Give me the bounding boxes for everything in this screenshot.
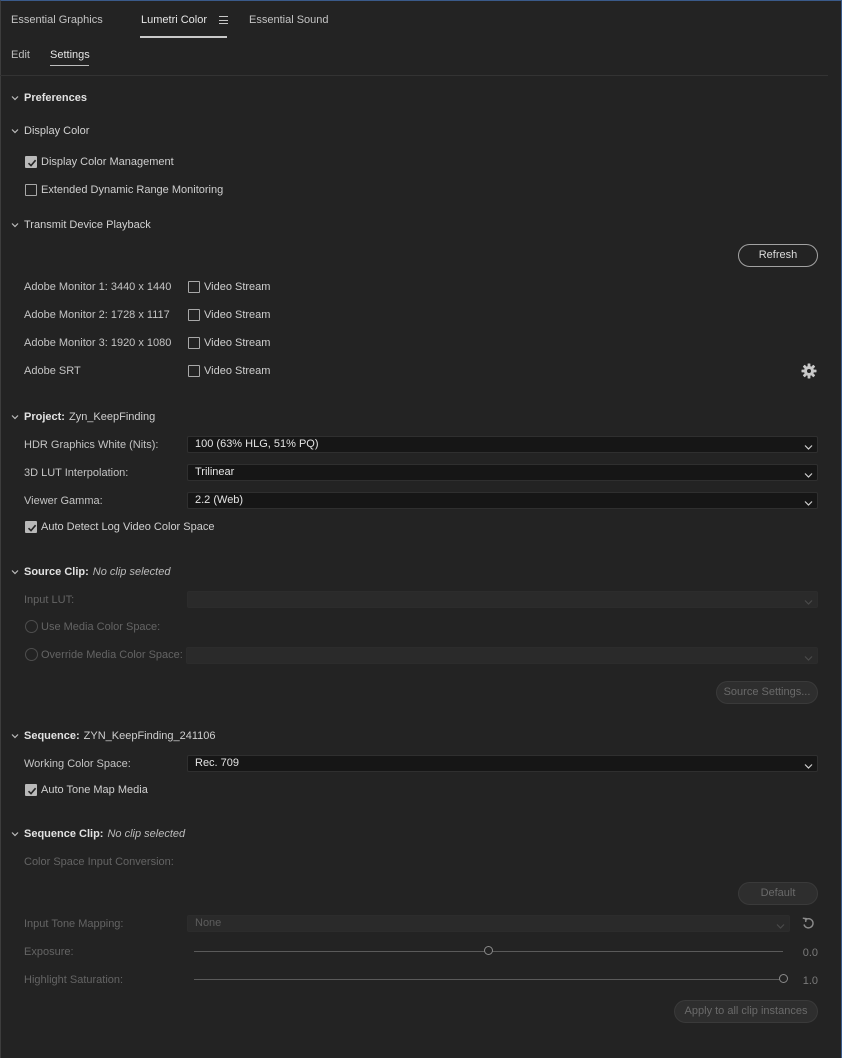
sequence-heading[interactable]: Sequence: ZYN_KeepFinding_241106 xyxy=(24,730,216,742)
tab-essential-graphics[interactable]: Essential Graphics xyxy=(11,14,103,26)
sequence-title: Sequence: xyxy=(24,730,80,742)
display-color-management-label: Display Color Management xyxy=(41,156,174,168)
edr-monitoring-checkbox[interactable] xyxy=(25,184,37,196)
chevron-down-icon xyxy=(804,596,813,611)
use-media-color-space-radio[interactable] xyxy=(25,620,38,633)
input-tone-mapping-value: None xyxy=(195,917,222,929)
input-lut-select[interactable] xyxy=(187,591,818,608)
working-color-space-label: Working Color Space: xyxy=(24,758,131,770)
chevron-down-icon[interactable] xyxy=(11,568,19,576)
tab-lumetri-color[interactable]: Lumetri Color xyxy=(141,14,207,26)
edr-monitoring-label: Extended Dynamic Range Monitoring xyxy=(41,184,224,196)
header-divider xyxy=(0,75,828,76)
video-stream-checkbox[interactable] xyxy=(188,309,200,321)
auto-tone-map-checkbox[interactable] xyxy=(25,784,37,796)
source-clip-value: No clip selected xyxy=(92,566,171,578)
preferences-heading[interactable]: Preferences xyxy=(24,92,87,104)
chevron-down-icon xyxy=(804,441,813,456)
sequence-name: ZYN_KeepFinding_241106 xyxy=(83,730,216,742)
gear-icon[interactable] xyxy=(801,363,817,382)
viewer-gamma-value: 2.2 (Web) xyxy=(195,494,244,506)
chevron-down-icon[interactable] xyxy=(11,413,19,421)
subtab-settings[interactable]: Settings xyxy=(50,49,90,61)
color-space-conversion-label: Color Space Input Conversion: xyxy=(24,856,174,868)
device-name: Adobe Monitor 3: 1920 x 1080 xyxy=(24,337,172,349)
default-button[interactable]: Default xyxy=(738,882,818,905)
working-color-space-value: Rec. 709 xyxy=(195,757,240,769)
viewer-gamma-label: Viewer Gamma: xyxy=(24,495,103,507)
device-name: Adobe Monitor 1: 3440 x 1440 xyxy=(24,281,172,293)
project-name: Zyn_KeepFinding xyxy=(68,411,156,423)
sequence-clip-title: Sequence Clip: xyxy=(24,828,104,840)
highlight-saturation-slider-track[interactable] xyxy=(194,979,783,980)
input-lut-label: Input LUT: xyxy=(24,594,75,606)
active-subtab-indicator xyxy=(50,65,89,66)
video-stream-checkbox[interactable] xyxy=(188,337,200,349)
video-stream-checkbox[interactable] xyxy=(188,281,200,293)
lut-interpolation-value: Trilinear xyxy=(195,466,235,478)
working-color-space-select[interactable]: Rec. 709 xyxy=(187,755,818,772)
source-clip-title: Source Clip: xyxy=(24,566,89,578)
chevron-down-icon xyxy=(804,469,813,484)
active-tab-indicator xyxy=(140,36,227,38)
sequence-clip-value: No clip selected xyxy=(107,828,186,840)
chevron-down-icon xyxy=(804,497,813,512)
reset-icon[interactable] xyxy=(801,916,816,934)
lut-interpolation-select[interactable]: Trilinear xyxy=(187,464,818,481)
video-stream-label: Video Stream xyxy=(204,309,271,321)
display-color-management-checkbox[interactable] xyxy=(25,156,37,168)
source-clip-heading[interactable]: Source Clip: No clip selected xyxy=(24,566,170,578)
chevron-down-icon[interactable] xyxy=(11,732,19,740)
highlight-saturation-label: Highlight Saturation: xyxy=(24,974,124,986)
source-settings-button[interactable]: Source Settings... xyxy=(716,681,818,704)
chevron-down-icon[interactable] xyxy=(11,127,19,135)
transmit-heading[interactable]: Transmit Device Playback xyxy=(24,219,151,231)
device-name: Adobe SRT xyxy=(24,365,81,377)
override-color-space-radio[interactable] xyxy=(25,648,38,661)
chevron-down-icon[interactable] xyxy=(11,94,19,102)
use-media-color-space-label: Use Media Color Space: xyxy=(41,621,161,633)
hdr-white-select[interactable]: 100 (63% HLG, 51% PQ) xyxy=(187,436,818,453)
video-stream-label: Video Stream xyxy=(204,365,271,377)
apply-all-clips-button[interactable]: Apply to all clip instances xyxy=(674,1000,818,1023)
display-color-heading[interactable]: Display Color xyxy=(24,125,89,137)
sequence-clip-heading[interactable]: Sequence Clip: No clip selected xyxy=(24,828,185,840)
override-color-space-select[interactable] xyxy=(186,647,818,664)
hdr-white-label: HDR Graphics White (Nits): xyxy=(24,439,159,451)
lut-interpolation-label: 3D LUT Interpolation: xyxy=(24,467,129,479)
video-stream-label: Video Stream xyxy=(204,281,271,293)
project-title: Project: xyxy=(24,411,65,423)
chevron-down-icon xyxy=(804,760,813,775)
viewer-gamma-select[interactable]: 2.2 (Web) xyxy=(187,492,818,509)
auto-detect-log-checkbox[interactable] xyxy=(25,521,37,533)
video-stream-label: Video Stream xyxy=(204,337,271,349)
highlight-saturation-value[interactable]: 1.0 xyxy=(788,975,818,987)
auto-detect-log-label: Auto Detect Log Video Color Space xyxy=(41,521,215,533)
exposure-slider-handle[interactable] xyxy=(484,946,493,955)
hdr-white-value: 100 (63% HLG, 51% PQ) xyxy=(195,438,319,450)
project-heading[interactable]: Project: Zyn_KeepFinding xyxy=(24,411,155,423)
device-name: Adobe Monitor 2: 1728 x 1117 xyxy=(24,309,170,321)
refresh-button[interactable]: Refresh xyxy=(738,244,818,267)
chevron-down-icon[interactable] xyxy=(11,221,19,229)
subtab-edit[interactable]: Edit xyxy=(11,49,30,61)
highlight-saturation-slider-handle[interactable] xyxy=(778,974,788,983)
tab-essential-sound[interactable]: Essential Sound xyxy=(249,14,329,26)
override-color-space-label: Override Media Color Space: xyxy=(41,649,183,661)
chevron-down-icon xyxy=(804,652,813,667)
exposure-label: Exposure: xyxy=(24,946,74,958)
exposure-value[interactable]: 0.0 xyxy=(788,947,818,959)
chevron-down-icon[interactable] xyxy=(11,830,19,838)
input-tone-mapping-select[interactable]: None xyxy=(187,915,790,932)
video-stream-checkbox[interactable] xyxy=(188,365,200,377)
chevron-down-icon xyxy=(776,920,785,935)
auto-tone-map-label: Auto Tone Map Media xyxy=(41,784,148,796)
input-tone-mapping-label: Input Tone Mapping: xyxy=(24,918,124,930)
panel-menu-icon[interactable] xyxy=(219,16,228,24)
